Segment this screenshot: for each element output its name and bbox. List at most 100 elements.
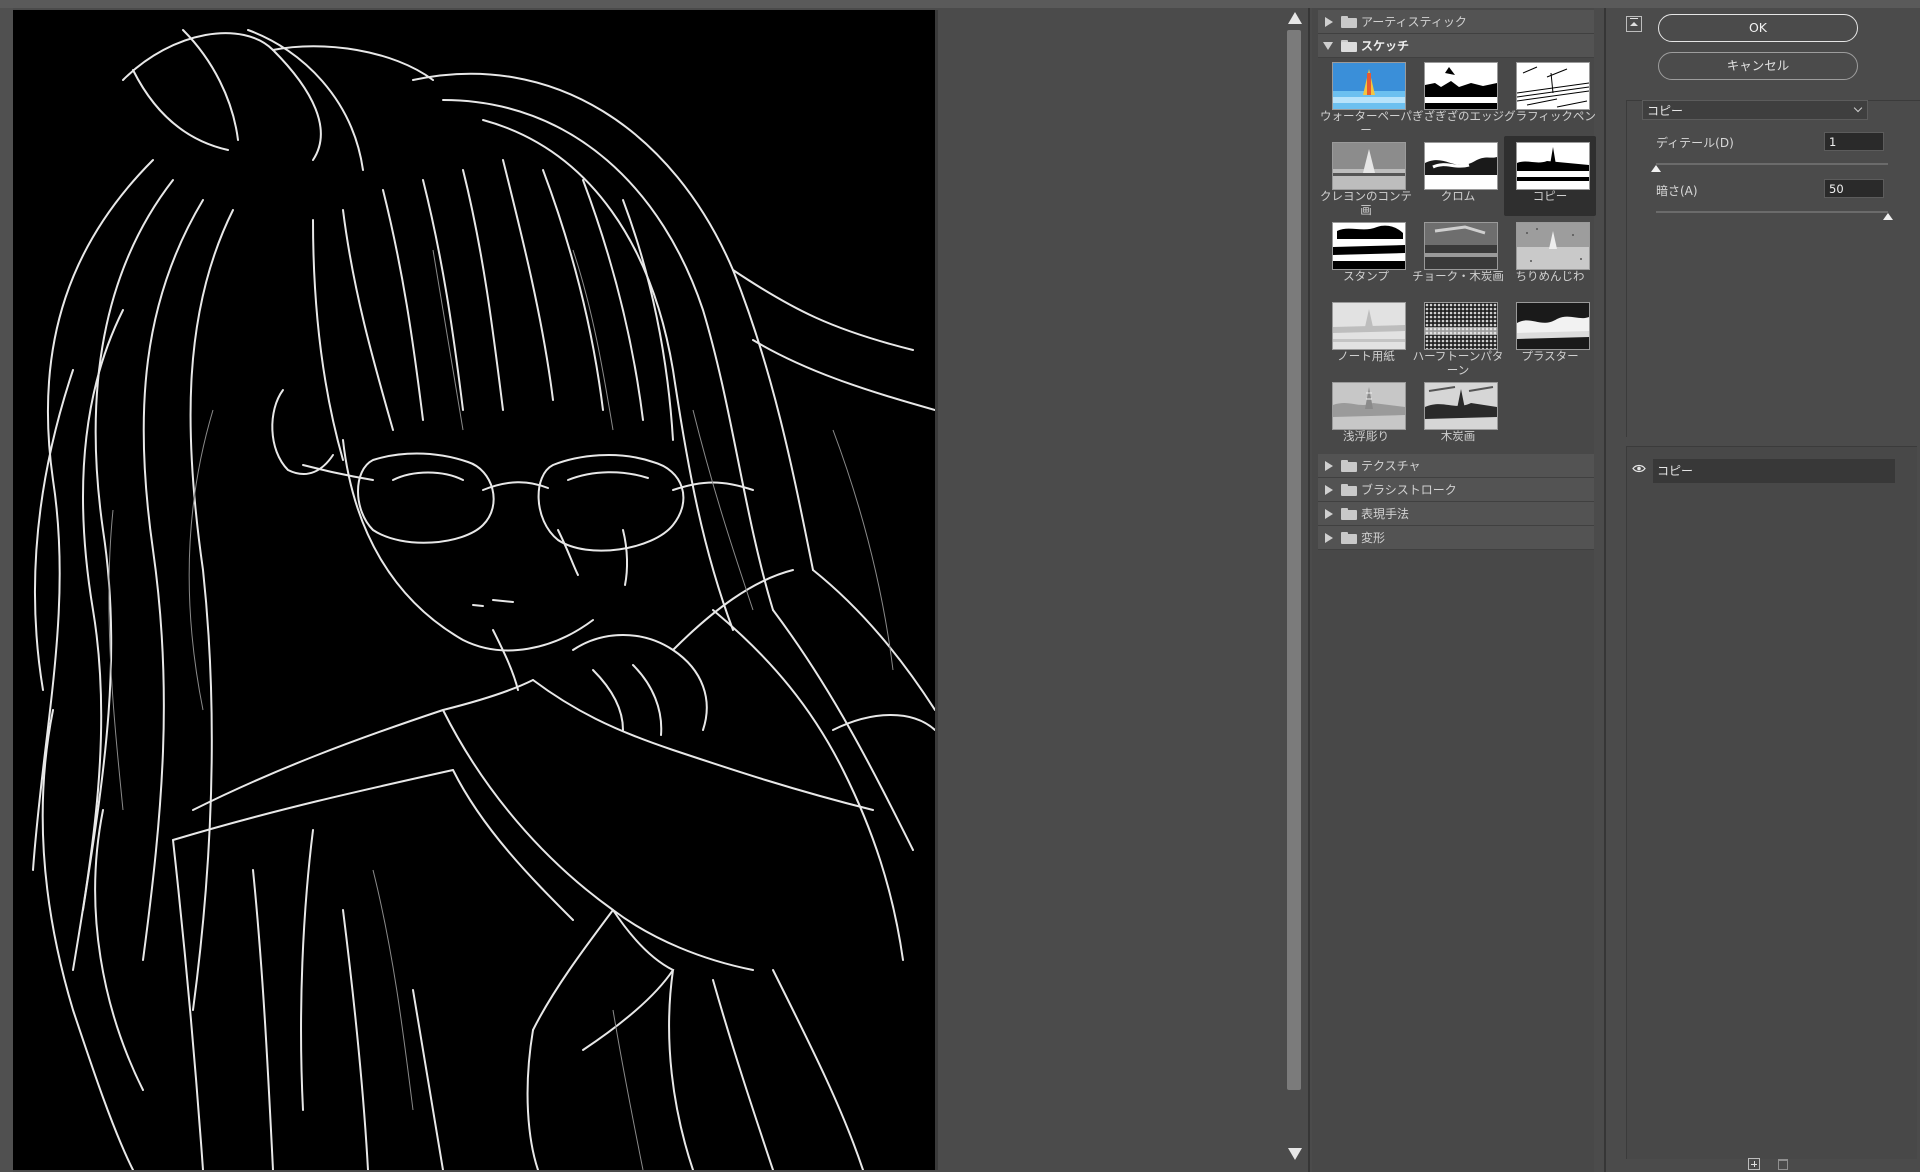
filter-thumb-bas-relief[interactable]: 浅浮彫り	[1320, 376, 1412, 456]
expand-triangle-icon[interactable]	[1325, 484, 1333, 495]
category-sketch[interactable]: スケッチ	[1318, 34, 1594, 58]
filter-thumb-charcoal[interactable]: 木炭画	[1412, 376, 1504, 456]
filter-thumb-torn-edges[interactable]: ぎざぎざのエッジ	[1412, 56, 1504, 136]
effect-layers-list: コピー	[1626, 446, 1917, 1159]
expand-triangle-icon[interactable]	[1325, 16, 1333, 27]
settings-panel: OK キャンセル コピー ディテール(D) 1 暗さ(A) 50 コピー	[1608, 8, 1920, 1172]
expand-triangle-icon[interactable]	[1325, 508, 1333, 519]
filter-thumb-plaster[interactable]: プラスター	[1504, 296, 1596, 376]
collapse-triangle-icon[interactable]	[1323, 41, 1333, 50]
scrollbar-thumb[interactable]	[1287, 30, 1301, 1090]
category-label: テクスチャ	[1361, 459, 1421, 473]
filter-thumb-chrome[interactable]: クロム	[1412, 136, 1504, 216]
preview-image	[32, 29, 935, 1170]
window-top-edge	[0, 0, 1920, 8]
preview-scrollbar[interactable]	[1284, 8, 1306, 1172]
expand-triangle-icon[interactable]	[1325, 532, 1333, 543]
panel-divider	[1604, 8, 1606, 1172]
category-label: 変形	[1361, 531, 1386, 545]
darkness-slider-handle[interactable]	[1883, 213, 1893, 220]
filter-preview-thumbnail	[1332, 222, 1406, 270]
filter-thumb-note-paper[interactable]: ノート用紙	[1320, 296, 1412, 376]
category-stylize[interactable]: 表現手法	[1318, 502, 1594, 526]
folder-icon	[1341, 483, 1357, 496]
collapse-panel-icon[interactable]	[1626, 16, 1642, 32]
delete-effect-layer-icon[interactable]	[1778, 1159, 1788, 1170]
filter-preview-thumbnail	[1332, 62, 1406, 110]
filter-label: スタンプ	[1343, 269, 1389, 283]
filter-preview-thumbnail	[1424, 382, 1498, 430]
filter-preview-thumbnail	[1516, 142, 1590, 190]
detail-label: ディテール(D)	[1656, 136, 1734, 150]
filter-label: 浅浮彫り	[1343, 429, 1389, 443]
filter-thumb-stamp[interactable]: スタンプ	[1320, 216, 1412, 296]
category-distort[interactable]: 変形	[1318, 526, 1594, 550]
category-label: アーティスティック	[1361, 15, 1467, 29]
folder-icon	[1341, 507, 1357, 520]
detail-slider-handle[interactable]	[1651, 165, 1661, 172]
filter-label: クロム	[1440, 189, 1476, 203]
category-label: ブラシストローク	[1361, 483, 1457, 497]
filter-preview-thumbnail	[1424, 222, 1498, 270]
filter-label: ちりめんじわ	[1515, 269, 1585, 283]
sketch-filter-thumbnails: ウォーターペーパー ぎざぎざのエッジ グラフィックペン クレヨンのコンテ画 クロ…	[1320, 56, 1596, 456]
category-texture[interactable]: テクスチャ	[1318, 454, 1594, 478]
darkness-input[interactable]: 50	[1824, 179, 1884, 198]
filter-label: クレヨンのコンテ画	[1320, 189, 1412, 217]
filter-thumb-graphic-pen[interactable]: グラフィックペン	[1504, 56, 1596, 136]
layer-actions	[1748, 1158, 1808, 1172]
panel-divider	[1308, 8, 1310, 1172]
detail-input[interactable]: 1	[1824, 132, 1884, 151]
cancel-button[interactable]: キャンセル	[1658, 52, 1858, 80]
filter-thumb-halftone[interactable]: ハーフトーンパターン	[1412, 296, 1504, 377]
category-label: スケッチ	[1361, 39, 1410, 53]
preview-canvas[interactable]	[13, 10, 935, 1170]
filter-preview-thumbnail	[1424, 142, 1498, 190]
filter-label: チョーク・木炭画	[1412, 269, 1504, 283]
effect-layer-name[interactable]: コピー	[1653, 459, 1895, 483]
darkness-label: 暗さ(A)	[1656, 184, 1698, 198]
filter-label: グラフィックペン	[1504, 109, 1596, 123]
filter-label: ノート用紙	[1337, 349, 1395, 363]
filter-type-select[interactable]: コピー	[1642, 100, 1868, 120]
folder-icon	[1341, 15, 1357, 28]
preview-area[interactable]	[0, 8, 1290, 1172]
effect-layer-row[interactable]: コピー	[1627, 459, 1897, 483]
folder-open-icon	[1341, 39, 1357, 52]
filter-label: ぎざぎざのエッジ	[1412, 109, 1504, 123]
filter-preview-thumbnail	[1424, 62, 1498, 110]
category-label: 表現手法	[1361, 507, 1410, 521]
filter-label: ハーフトーンパターン	[1412, 349, 1504, 377]
chevron-down-icon	[1853, 103, 1863, 113]
eye-icon[interactable]	[1632, 464, 1646, 473]
filter-thumb-reticulation[interactable]: ちりめんじわ	[1504, 216, 1596, 296]
darkness-slider[interactable]	[1656, 211, 1893, 220]
filter-preview-thumbnail	[1516, 222, 1590, 270]
detail-slider[interactable]	[1651, 163, 1888, 172]
filter-thumb-chalk-charcoal[interactable]: チョーク・木炭画	[1412, 216, 1504, 296]
filter-thumb-photocopy[interactable]: コピー	[1504, 136, 1596, 216]
scroll-down-arrow-icon[interactable]	[1288, 1148, 1302, 1160]
filter-preview-thumbnail	[1424, 302, 1498, 350]
preview-left-gutter	[0, 8, 13, 1172]
filter-label: 木炭画	[1440, 429, 1476, 443]
ok-button[interactable]: OK	[1658, 14, 1858, 42]
new-effect-layer-icon[interactable]	[1748, 1158, 1760, 1170]
filter-label: コピー	[1532, 189, 1568, 203]
scroll-up-arrow-icon[interactable]	[1288, 12, 1302, 24]
category-brush-strokes[interactable]: ブラシストローク	[1318, 478, 1594, 502]
folder-icon	[1341, 531, 1357, 544]
folder-icon	[1341, 459, 1357, 472]
filter-label: プラスター	[1521, 349, 1579, 363]
filter-preview-thumbnail	[1332, 302, 1406, 350]
filter-preview-thumbnail	[1332, 142, 1406, 190]
expand-triangle-icon[interactable]	[1325, 460, 1333, 471]
filter-preview-thumbnail	[1516, 302, 1590, 350]
filter-select-value: コピー	[1647, 104, 1684, 118]
filter-preview-thumbnail	[1332, 382, 1406, 430]
filter-thumb-water-paper[interactable]: ウォーターペーパー	[1320, 56, 1412, 137]
category-artistic[interactable]: アーティスティック	[1318, 10, 1594, 34]
filter-thumb-conte-crayon[interactable]: クレヨンのコンテ画	[1320, 136, 1412, 217]
filter-label: ウォーターペーパー	[1320, 109, 1412, 137]
preview-canvas-edge	[935, 10, 938, 1170]
